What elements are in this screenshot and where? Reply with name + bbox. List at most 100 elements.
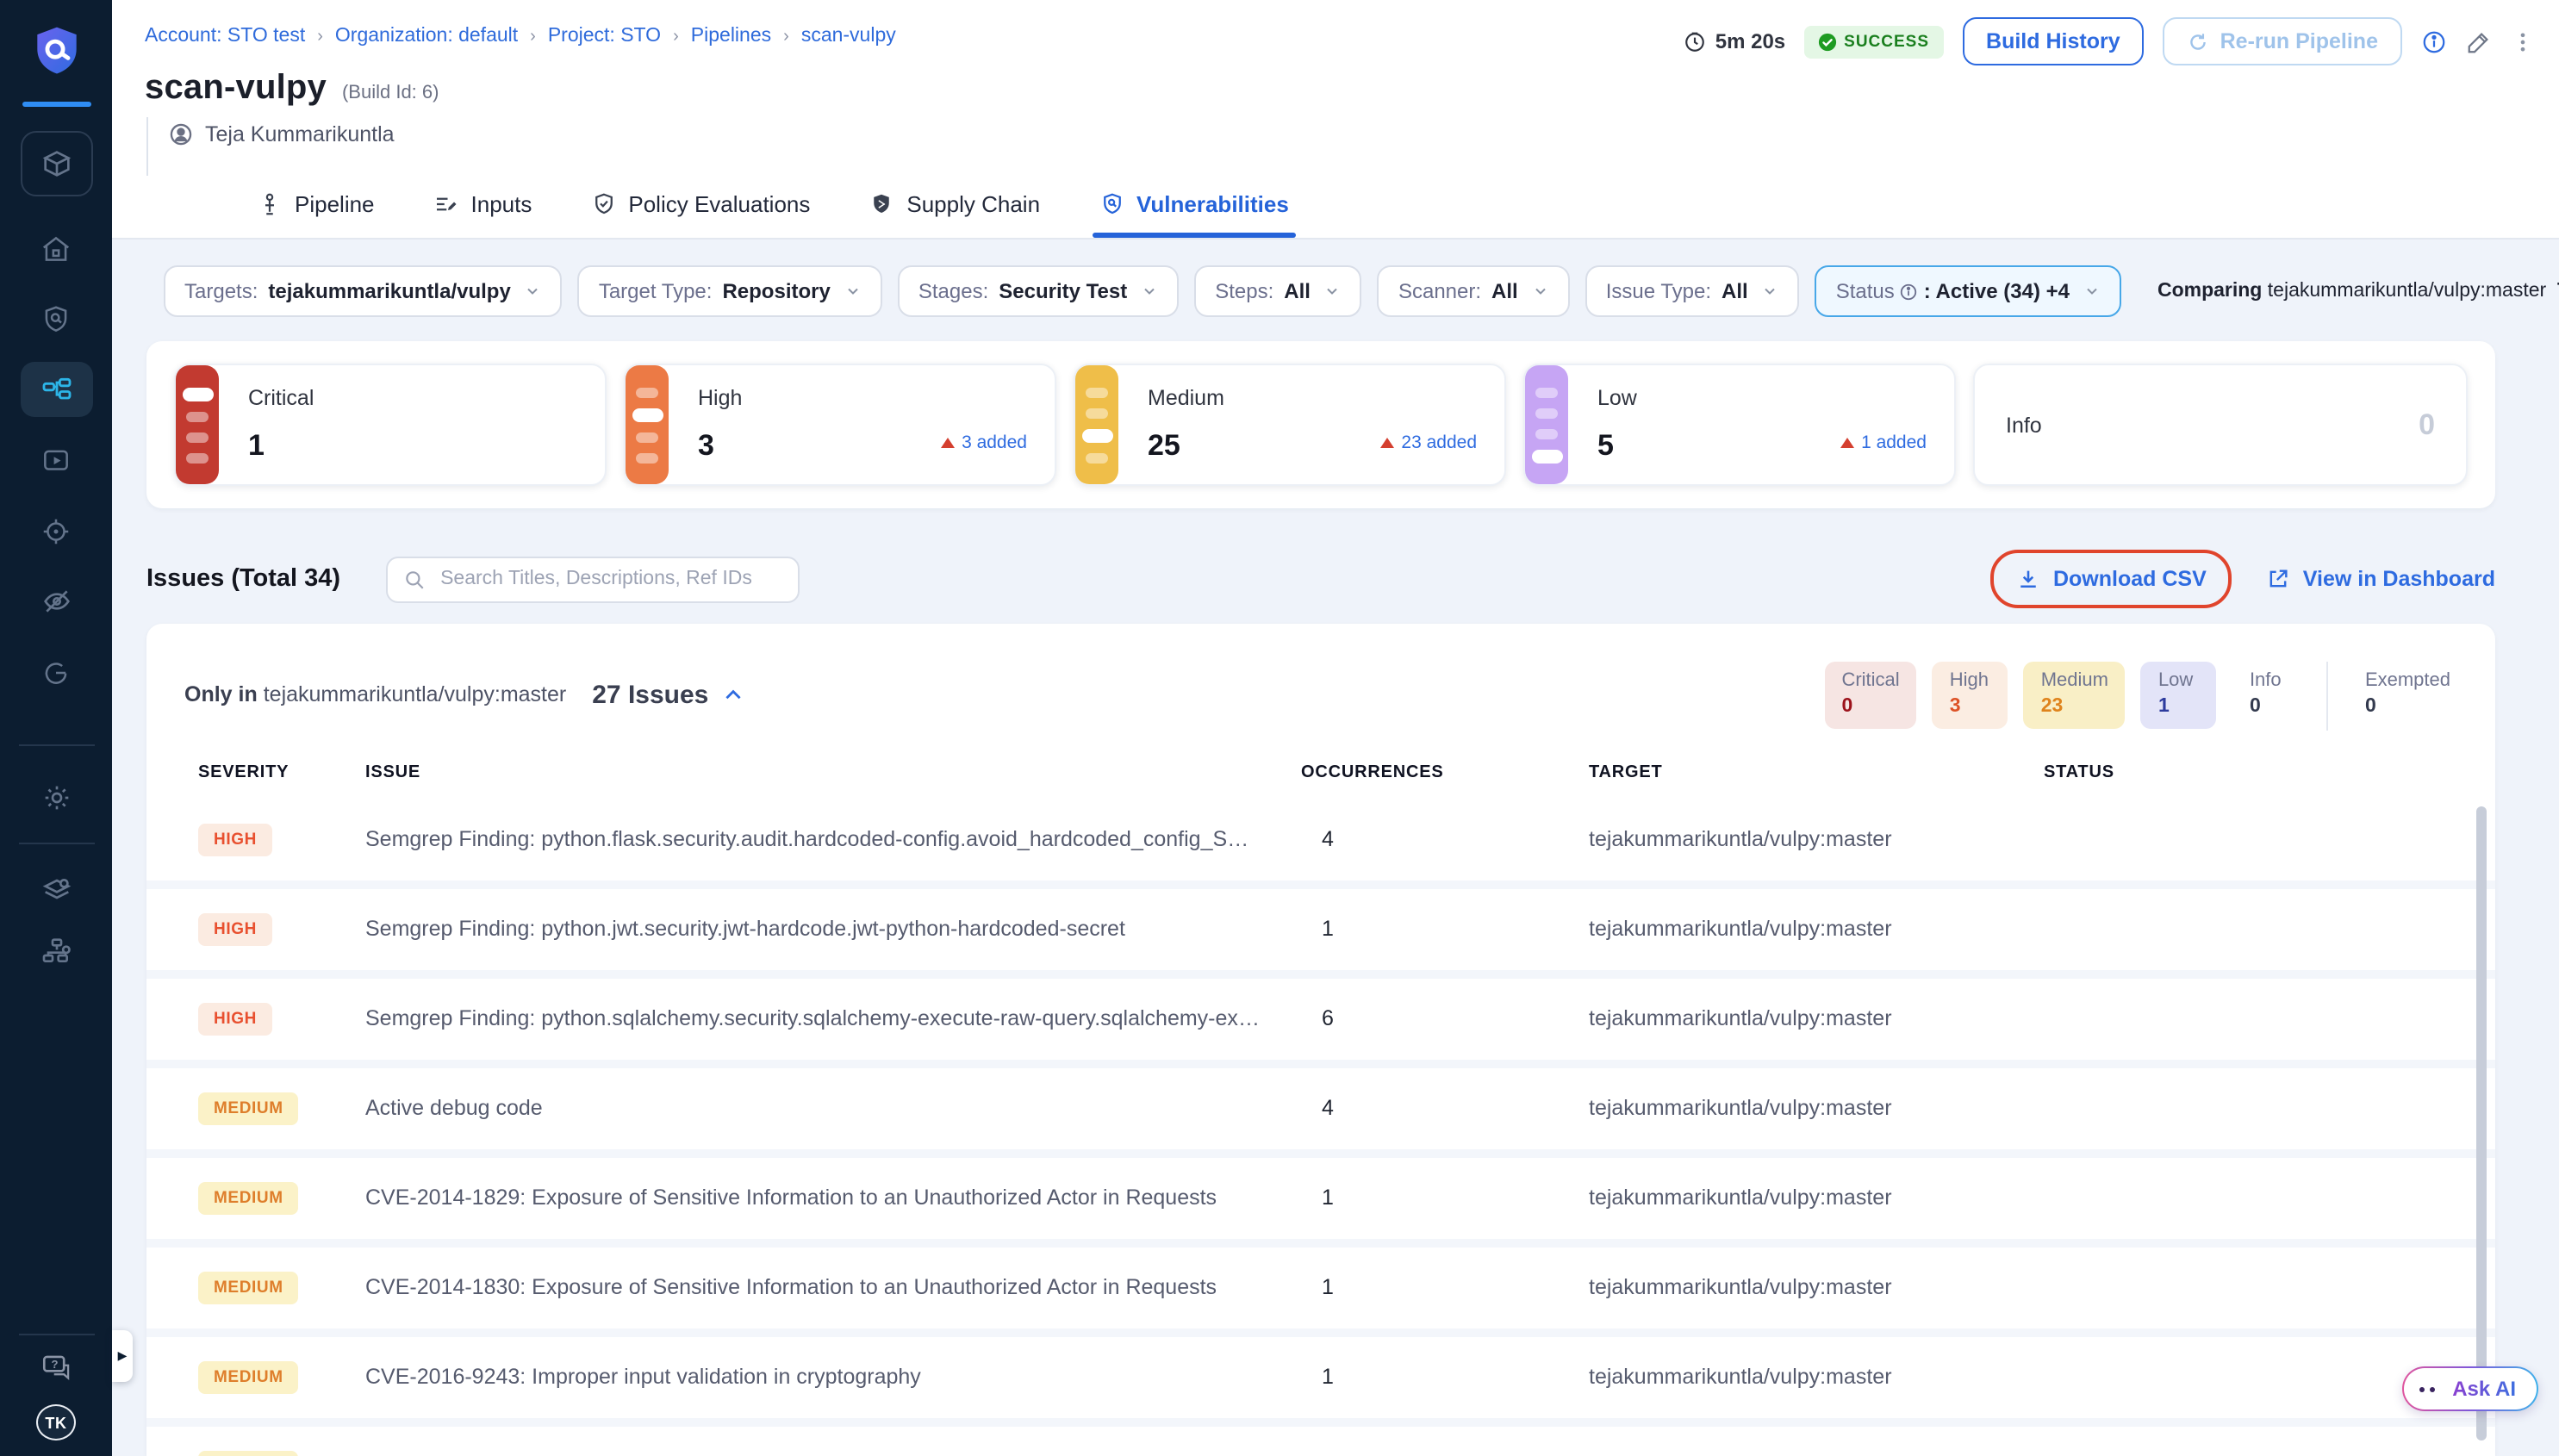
added-delta: 1 added	[1840, 432, 1927, 453]
download-csv-button[interactable]: Download CSV	[2017, 567, 2207, 591]
severity-badge: MEDIUM	[198, 1361, 299, 1394]
issue-row[interactable]: HIGH Semgrep Finding: python.sqlalchemy.…	[146, 978, 2495, 1059]
issue-target: tejakummarikuntla/vulpy:master	[1589, 1365, 2044, 1389]
occurrences-count: 4	[1301, 827, 1589, 851]
rerun-pipeline-button[interactable]: Re-run Pipeline	[2164, 17, 2402, 65]
breadcrumb-link[interactable]: scan-vulpy	[801, 26, 896, 47]
filter-dropdown[interactable]: Issue Type: All	[1585, 265, 1800, 317]
sidebar-item-targets[interactable]	[20, 503, 92, 558]
breadcrumb-link[interactable]: Organization: default	[335, 26, 518, 47]
severity-chip: Info 0	[2232, 662, 2308, 728]
table-scrollbar[interactable]	[2476, 806, 2487, 1440]
external-link-icon	[2267, 567, 2291, 591]
severity-card-label: High	[698, 386, 742, 410]
status-badge: SUCCESS	[1804, 25, 1943, 58]
filter-dropdown[interactable]: Scanner: All	[1378, 265, 1570, 317]
sidebar-item-exemptions[interactable]	[20, 574, 92, 629]
issue-title[interactable]: CVE-2016-9243: Improper input validation…	[365, 1365, 1301, 1389]
issues-search[interactable]	[385, 556, 799, 602]
edit-pencil-icon[interactable]	[2466, 28, 2492, 54]
issues-table-body: HIGH Semgrep Finding: python.flask.secur…	[146, 799, 2495, 1456]
sidebar-item-pipelines[interactable]	[20, 362, 92, 417]
issue-title[interactable]: CVE-2014-1830: Exposure of Sensitive Inf…	[365, 1275, 1301, 1299]
sidebar-item-home[interactable]	[20, 221, 92, 276]
sidebar-item-executions[interactable]	[20, 432, 92, 488]
triangle-up-icon	[1840, 438, 1854, 448]
svg-text:?: ?	[50, 1358, 57, 1371]
tab-vulnerabilities[interactable]: Vulnerabilities	[1099, 179, 1289, 238]
col-severity: SEVERITY	[198, 762, 365, 781]
breadcrumb-separator: ›	[317, 27, 323, 46]
pipelines-icon	[39, 372, 73, 407]
ask-ai-button[interactable]: Ask AI	[2402, 1366, 2538, 1411]
harness-sto-logo-icon[interactable]	[27, 22, 85, 81]
tab-supply-chain[interactable]: Supply Chain	[869, 179, 1040, 238]
sidebar-item-get-started[interactable]	[20, 644, 92, 700]
issue-title[interactable]: Semgrep Finding: python.jwt.security.jwt…	[365, 917, 1301, 941]
vulnerabilities-shield-icon	[1099, 190, 1124, 216]
issue-title[interactable]: CVE-2014-1829: Exposure of Sensitive Inf…	[365, 1185, 1301, 1210]
chevron-up-icon	[722, 684, 744, 706]
issue-title[interactable]: Semgrep Finding: python.sqlalchemy.secur…	[365, 1006, 1301, 1030]
severity-gauge	[626, 365, 669, 484]
severity-chip: High 3	[1933, 662, 2008, 728]
severity-chip-summary: Critical 0 High 3 Medium 23 Low	[1824, 662, 2468, 728]
kebab-menu-icon[interactable]	[2511, 28, 2535, 54]
issue-row[interactable]: MEDIUM CVE-2016-9243: Improper input val…	[146, 1336, 2495, 1417]
occurrences-count: 1	[1301, 1185, 1589, 1210]
sidebar-expand-handle[interactable]: ▶	[112, 1330, 133, 1382]
issues-group-header: Only in tejakummarikuntla/vulpy:master 2…	[146, 624, 2495, 752]
build-history-button[interactable]: Build History	[1962, 17, 2145, 65]
tab-pipeline[interactable]: Pipeline	[257, 179, 375, 238]
severity-chip: Low 1	[2141, 662, 2217, 728]
page-title: scan-vulpy	[145, 69, 327, 109]
policy-shield-check-icon	[590, 190, 616, 216]
severity-badge: MEDIUM	[198, 1451, 299, 1456]
filter-dropdown[interactable]: Steps: All	[1194, 265, 1362, 317]
filter-dropdown-status[interactable]: Status : Active (34) +4	[1815, 265, 2121, 317]
left-nav-sidebar: ? TK	[0, 0, 112, 1456]
sidebar-item-scan-overview[interactable]	[20, 291, 92, 346]
issue-title[interactable]: Semgrep Finding: python.flask.security.a…	[365, 827, 1301, 851]
sidebar-item-project-settings[interactable]	[20, 770, 92, 825]
breadcrumb-link[interactable]: Pipelines	[691, 26, 771, 47]
issue-row[interactable]: MEDIUM Active debug code 4 tejakummariku…	[146, 1067, 2495, 1148]
group-issue-count[interactable]: 27 Issues	[592, 681, 744, 710]
tab-policy-evaluations[interactable]: Policy Evaluations	[590, 179, 810, 238]
breadcrumb-link[interactable]: Project: STO	[548, 26, 661, 47]
sidebar-item-default-settings[interactable]	[20, 862, 92, 917]
issue-row[interactable]: MEDIUM CVE-2017-11424: PyJWT ... 1 tejak…	[146, 1426, 2495, 1456]
severity-card[interactable]: Low 5 1 added	[1523, 364, 1956, 486]
sidebar-item-org-settings[interactable]	[20, 924, 92, 979]
issue-title[interactable]: Active debug code	[365, 1096, 1301, 1120]
sidebar-bottom: ? TK	[0, 1316, 112, 1456]
occurrences-count: 1	[1301, 1365, 1589, 1389]
filter-dropdown[interactable]: Target Type: Repository	[578, 265, 882, 317]
toolbar-links: Download CSV View in Dashboard	[1991, 550, 2495, 608]
chevron-down-icon	[1141, 283, 1158, 300]
occurrences-count: 1	[1301, 1275, 1589, 1299]
severity-card[interactable]: Critical 1	[174, 364, 607, 486]
severity-badge: HIGH	[198, 913, 272, 946]
breadcrumb-link[interactable]: Account: STO test	[145, 26, 305, 47]
view-in-dashboard-link[interactable]: View in Dashboard	[2267, 567, 2495, 591]
search-input[interactable]	[437, 567, 781, 591]
filter-dropdown[interactable]: Targets: tejakummarikuntla/vulpy	[164, 265, 563, 317]
severity-card[interactable]: Medium 25 23 added	[1074, 364, 1506, 486]
supply-chain-shield-icon	[869, 190, 894, 216]
issue-row[interactable]: HIGH Semgrep Finding: python.flask.secur…	[146, 799, 2495, 880]
issue-row[interactable]: HIGH Semgrep Finding: python.jwt.securit…	[146, 888, 2495, 969]
help-chat-icon[interactable]: ?	[39, 1353, 73, 1384]
refresh-icon	[2188, 30, 2210, 53]
severity-card[interactable]: High 3 3 added	[624, 364, 1056, 486]
tab-inputs[interactable]: Inputs	[433, 179, 532, 238]
filter-dropdown[interactable]: Stages: Security Test	[898, 265, 1179, 317]
user-avatar[interactable]: TK	[36, 1404, 76, 1440]
module-selector-button[interactable]	[20, 131, 92, 196]
pipeline-tab-icon	[257, 190, 283, 216]
info-icon[interactable]	[2421, 28, 2447, 54]
info-card[interactable]: Info 0	[1973, 364, 2468, 486]
severity-gauge	[1075, 365, 1118, 484]
issue-row[interactable]: MEDIUM CVE-2014-1830: Exposure of Sensit…	[146, 1247, 2495, 1328]
issue-row[interactable]: MEDIUM CVE-2014-1829: Exposure of Sensit…	[146, 1157, 2495, 1238]
